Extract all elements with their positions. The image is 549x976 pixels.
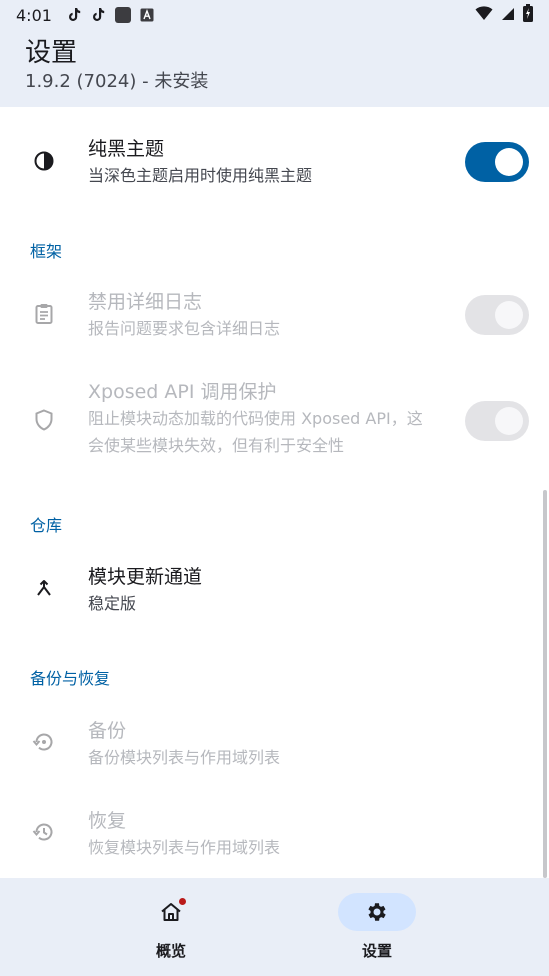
backup-restore-icon — [30, 728, 58, 756]
pref-update-channel[interactable]: 模块更新通道 稳定版 — [0, 547, 549, 637]
pref-title: 恢复 — [88, 810, 127, 832]
notification-a-icon — [140, 8, 154, 22]
pref-title: 禁用详细日志 — [88, 291, 203, 313]
pref-backup[interactable]: 备份 备份模块列表与作用域列表 — [0, 701, 549, 791]
switch-knob — [495, 301, 523, 329]
notification-badge — [179, 898, 186, 905]
category-repo: 仓库 — [30, 516, 63, 535]
nav-label-overview: 概览 — [155, 942, 186, 960]
wifi-icon — [475, 5, 493, 25]
shield-icon — [30, 406, 58, 434]
pref-title: 模块更新通道 — [88, 566, 203, 588]
pref-summary: 报告问题要求包含详细日志 — [88, 319, 281, 338]
version-subtitle: 1.9.2 (7024) - 未安装 — [25, 71, 209, 92]
scrollbar[interactable] — [543, 490, 547, 878]
battery-charging-icon — [523, 4, 533, 26]
pref-title: 备份 — [88, 720, 127, 742]
bottom-navigation: 概览 设置 — [0, 878, 549, 976]
app-square-icon — [114, 6, 132, 24]
history-icon — [30, 818, 58, 846]
status-time: 4:01 — [16, 5, 52, 25]
pref-summary: 恢复模块列表与作用域列表 — [88, 838, 281, 857]
switch-knob — [495, 148, 523, 176]
home-icon — [159, 898, 186, 924]
pref-summary: 当深色主题启用时使用纯黑主题 — [88, 166, 313, 185]
pref-title: 纯黑主题 — [88, 138, 165, 160]
pref-title: Xposed API 调用保护 — [88, 381, 277, 403]
pref-summary: 备份模块列表与作用域列表 — [88, 748, 281, 767]
pref-disable-verbose-log[interactable]: 禁用详细日志 报告问题要求包含详细日志 — [0, 277, 549, 367]
nav-label-settings: 设置 — [361, 942, 392, 960]
nav-item-settings[interactable]: 设置 — [302, 878, 452, 976]
category-backup-restore: 备份与恢复 — [30, 669, 111, 688]
pref-summary-line1: 阻止模块动态加载的代码使用 Xposed API，这 — [88, 409, 423, 428]
category-framework: 框架 — [30, 242, 63, 261]
switch-knob — [495, 407, 523, 435]
merge-icon — [30, 575, 58, 603]
api-protection-switch[interactable] — [465, 401, 529, 441]
nav-indicator-active — [338, 893, 416, 931]
black-theme-switch[interactable] — [465, 142, 529, 182]
status-right-icons — [475, 4, 533, 26]
status-bar: 4:01 — [0, 0, 549, 30]
pref-xposed-api-protection[interactable]: Xposed API 调用保护 阻止模块动态加载的代码使用 Xposed API… — [0, 369, 549, 479]
pref-summary: 稳定版 — [88, 594, 137, 613]
page-title: 设置 — [25, 38, 78, 68]
pref-restore[interactable]: 恢复 恢复模块列表与作用域列表 — [0, 791, 549, 878]
pref-black-theme[interactable]: 纯黑主题 当深色主题启用时使用纯黑主题 — [0, 107, 549, 215]
contrast-icon — [30, 147, 58, 175]
settings-list[interactable]: 纯黑主题 当深色主题启用时使用纯黑主题 框架 禁用详细日志 报告问题要求包含详细… — [0, 107, 549, 878]
nav-item-overview[interactable]: 概览 — [96, 878, 246, 976]
gear-icon — [365, 900, 389, 924]
tiktok-icon — [66, 7, 82, 23]
verbose-log-switch[interactable] — [465, 295, 529, 335]
clipboard-icon — [30, 300, 58, 328]
top-app-bar: 设置 1.9.2 (7024) - 未安装 — [0, 30, 549, 107]
tiktok-icon — [90, 7, 106, 23]
signal-icon — [501, 6, 515, 25]
pref-summary-line2: 会使某些模块失效，但有利于安全性 — [88, 436, 345, 455]
nav-indicator — [132, 893, 210, 931]
